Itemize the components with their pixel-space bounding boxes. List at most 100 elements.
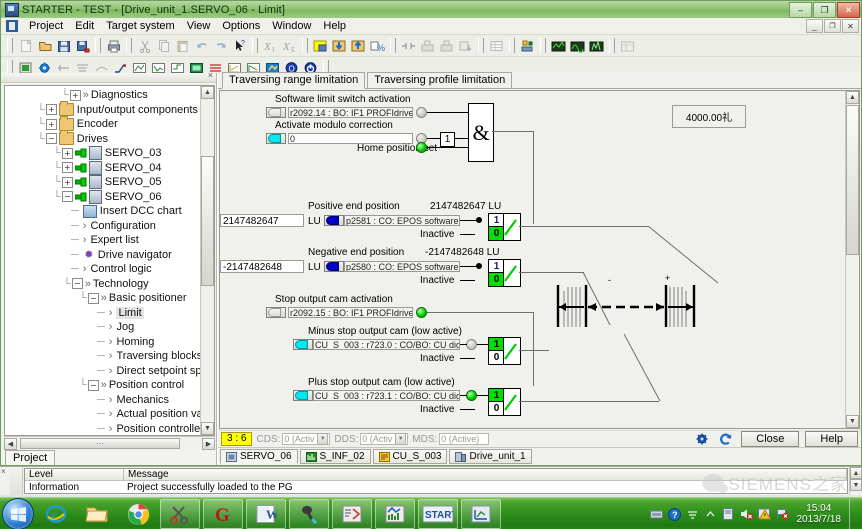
minus-cam-bico-button[interactable] [293,339,313,350]
minus-cam-source-field[interactable]: CU_S_003 : r723.0 : CO/BO: CU dig [313,339,460,350]
tree-item-mechanics[interactable]: ─ › Mechanics [5,393,200,408]
topology-icon[interactable] [518,37,537,55]
maximize-button[interactable]: ❐ [813,2,836,18]
menu-item-edit[interactable]: Edit [69,19,100,33]
save-icon[interactable] [54,37,73,55]
activate-icon[interactable] [456,37,475,55]
toolbar-grip[interactable] [302,38,308,53]
stop-cam-source-field[interactable]: r2092.15 : BO: IF1 PROFIdrive PZD3 [288,307,413,318]
menu-item-project[interactable]: Project [23,19,69,33]
action-center-warning-icon[interactable] [757,508,771,521]
redo-icon[interactable] [211,37,230,55]
help-pointer-icon[interactable]: ? [230,37,249,55]
flag-error-icon[interactable] [776,508,789,521]
scroll-down-button[interactable]: ▼ [201,422,214,435]
toolbar-grip[interactable] [390,38,396,53]
tree-item-direct-setpoint-specific[interactable]: ─›Direct setpoint specific [5,364,214,379]
menu-item-options[interactable]: Options [216,19,266,33]
doctab-servo-06[interactable]: SERVO_06 [220,449,298,464]
starter-icon[interactable]: START [418,499,458,529]
scout-icon[interactable] [375,499,415,529]
scroll-left-button[interactable]: ◀ [4,437,17,450]
layout-icon[interactable] [618,37,637,55]
drive-tool-icon[interactable] [461,499,501,529]
tree-item-encoder[interactable]: └ + Encoder [5,115,200,132]
tree-item-servo-06[interactable]: └ − SERVO_06 [5,189,200,205]
message-vertical-scrollbar[interactable]: ▲ ▼ [849,467,862,495]
chevron-down-icon[interactable]: ▼ [395,433,407,445]
tree-item-servo-05[interactable]: └ + SERVO_05 [5,175,200,190]
diagram-scroll-thumb[interactable] [846,105,859,255]
stop-cam-bico-button[interactable] [266,307,286,318]
tree-item-position-controller[interactable]: ─ › Position controller [5,422,204,436]
toolbar-grip[interactable] [252,38,258,53]
tree-item-technology[interactable]: └ −» Technology [5,277,200,292]
tree-item-actual-position-value-p[interactable]: ─›Actual position value p [5,407,214,422]
compare-icon[interactable]: % [368,37,387,55]
tree-item-drives[interactable]: └ − Drives [5,130,200,147]
expand-plus-icon[interactable]: + [45,104,57,116]
child-restore-button[interactable]: ❐ [824,19,841,33]
close-dialog-button[interactable]: Close [741,431,800,447]
tree-item-jog[interactable]: ─ › Jog [5,320,200,335]
step7-icon[interactable] [332,499,372,529]
column-header-message[interactable]: Message [124,469,847,480]
expand-plus-icon[interactable]: + [45,118,57,130]
collapse-minus-icon[interactable]: − [87,379,99,391]
table-row[interactable]: Information Project successfully loaded … [25,481,847,494]
copy-ram-to-rom-icon[interactable] [437,37,456,55]
g-app-icon[interactable]: G [203,499,243,529]
negative-end-position-input[interactable]: -2147482648 [220,260,304,273]
connect-target-icon[interactable] [311,37,330,55]
positive-end-position-input[interactable]: 2147482647 [220,214,304,227]
diagram-scroll-up-button[interactable]: ▲ [846,91,859,104]
help-icon[interactable]: ? [667,507,681,521]
child-minimize-button[interactable]: _ [806,19,823,33]
toolbar-grip[interactable] [540,38,546,53]
message-scroll-down-button[interactable]: ▼ [850,479,862,491]
tree-panel-header[interactable] [1,70,216,83]
gear-icon[interactable] [693,432,711,447]
scroll-right-button[interactable]: ▶ [202,437,215,450]
tab-project[interactable]: Project [5,450,56,465]
copy-icon[interactable] [154,37,173,55]
modulo-bico-button[interactable] [266,133,286,144]
menu-item-window[interactable]: Window [266,19,317,33]
show-desktop-button[interactable] [849,499,858,529]
mds-select[interactable]: 0 (Active) [439,433,490,445]
expand-plus-icon[interactable]: + [61,176,73,188]
tree-item-insert-dcc-chart[interactable]: ─ Insert DCC chart [5,204,200,219]
expand-icon[interactable] [399,37,418,55]
positive-end-source-field[interactable]: p2581 : CO: EPOS software limit swit [344,215,460,226]
network-icon[interactable] [686,508,699,521]
diagram-vertical-scrollbar[interactable]: ▲ ▼ [845,91,859,428]
message-panel-close-icon[interactable]: × [0,467,10,495]
doctab-cu-s-003[interactable]: CU_S_003 [372,449,448,464]
cds-select[interactable]: 0 (Activ ▼ [282,433,331,445]
toolbar-grip[interactable] [95,38,101,53]
cut-icon[interactable] [135,37,154,55]
scroll-thumb-horizontal[interactable]: ⋯ [20,438,180,449]
toolbar-grip[interactable] [478,38,484,53]
doctab-drive-unit-1[interactable]: Drive_unit_1 [449,449,532,464]
help-button[interactable]: Help [805,431,858,447]
chevron-down-icon[interactable]: ▼ [317,433,329,445]
new-icon[interactable] [16,37,35,55]
child-close-button[interactable]: ✕ [842,19,859,33]
google-chrome-icon[interactable] [119,500,157,528]
tree-item-diagnostics[interactable]: └ +» Diagnostics [5,88,200,103]
tree-item-position-control[interactable]: └ −» Position control [5,378,200,393]
measure-icon[interactable] [587,37,606,55]
download-to-target-icon[interactable] [330,37,349,55]
trace-icon[interactable] [549,37,568,55]
message-scroll-up-button[interactable]: ▲ [850,467,862,479]
collapse-minus-icon[interactable]: − [87,292,99,304]
expand-plus-icon[interactable]: + [61,147,73,159]
positive-end-bico-button[interactable] [324,215,344,226]
undo-icon[interactable] [192,37,211,55]
minimize-button[interactable]: – [789,2,812,18]
tab-traversing-range-limitation[interactable]: Traversing range limitation [222,72,366,89]
collapse-minus-icon[interactable]: − [71,278,83,290]
scroll-thumb[interactable] [201,156,214,286]
print-icon[interactable] [104,37,123,55]
